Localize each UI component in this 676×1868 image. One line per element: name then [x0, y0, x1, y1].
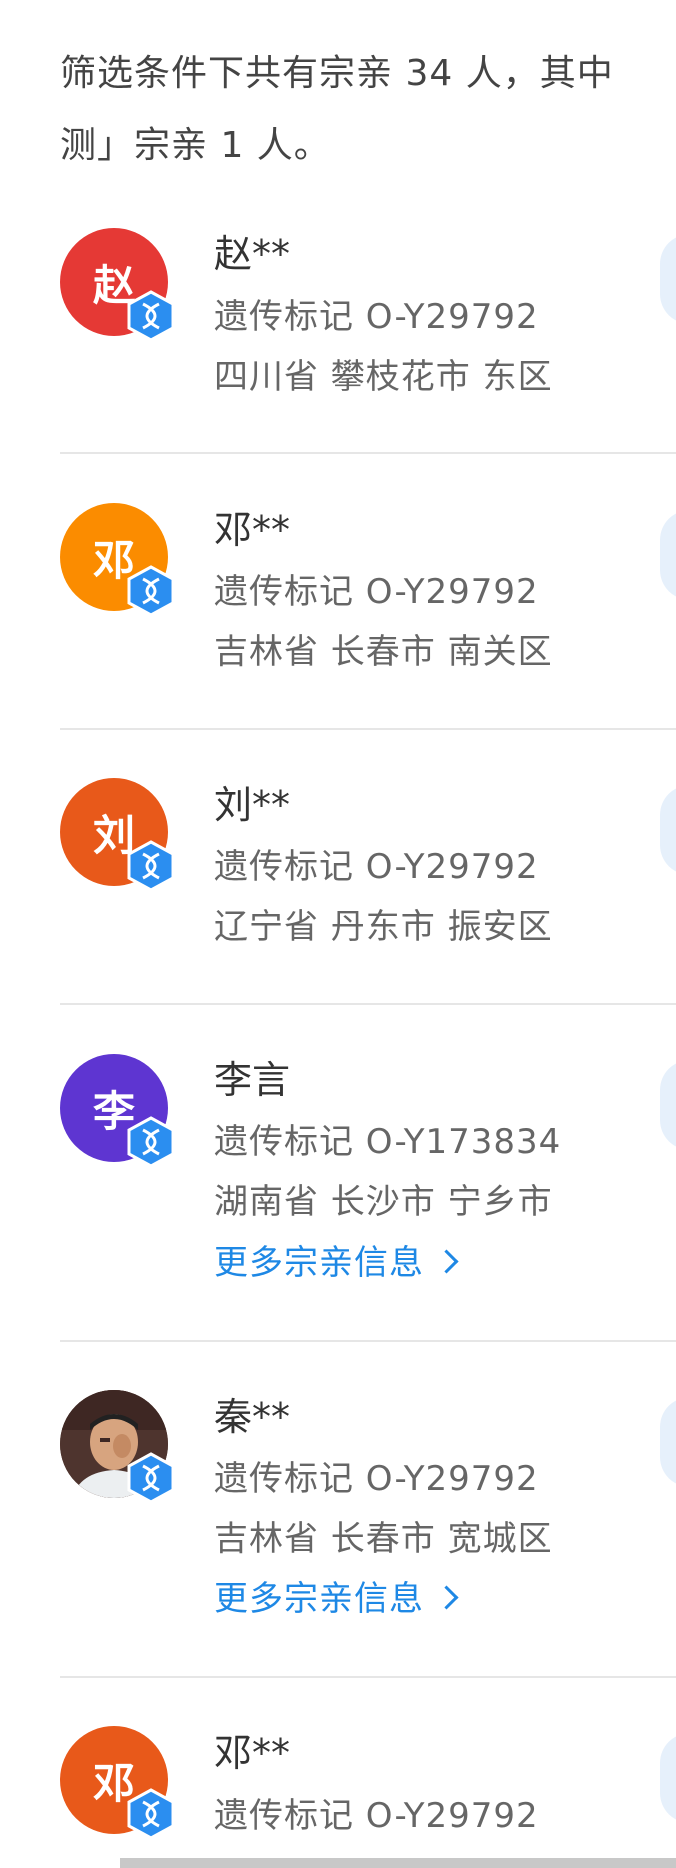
dna-hexagon-icon — [126, 840, 176, 892]
genetic-marker: 遗传标记 O-Y29792 — [214, 1796, 539, 1836]
avatar: 李 — [60, 1054, 175, 1168]
divider — [60, 452, 676, 454]
relative-location: 辽宁省 丹东市 振安区 — [214, 907, 553, 947]
side-action-button[interactable] — [660, 1733, 676, 1823]
avatar: 邓 — [60, 503, 175, 617]
dna-hexagon-icon — [126, 290, 176, 342]
avatar: 邓 — [60, 1726, 175, 1840]
side-action-button[interactable] — [660, 785, 676, 875]
avatar — [60, 1390, 175, 1504]
dna-hexagon-icon — [126, 1452, 176, 1504]
side-action-button[interactable] — [660, 510, 676, 600]
genetic-marker: 遗传标记 O-Y29792 — [214, 1459, 539, 1499]
side-action-button[interactable] — [660, 1060, 676, 1150]
genetic-marker: 遗传标记 O-Y29792 — [214, 847, 539, 887]
relative-name: 赵** — [214, 232, 291, 276]
relative-name: 李言 — [214, 1058, 291, 1102]
relative-name: 邓** — [214, 1731, 291, 1775]
side-action-button[interactable] — [660, 1397, 676, 1487]
divider — [60, 1003, 676, 1005]
more-relatives-link[interactable]: 更多宗亲信息 — [214, 1579, 459, 1619]
dna-hexagon-icon — [126, 1788, 176, 1840]
relative-location: 吉林省 长春市 宽城区 — [214, 1519, 553, 1559]
relatives-page: 筛选条件下共有宗亲 34 人，其中 测」宗亲 1 人。 赵 赵** 遗传标记 O… — [0, 0, 676, 1868]
summary-text: 筛选条件下共有宗亲 34 人，其中 测」宗亲 1 人。 — [60, 38, 676, 182]
genetic-marker: 遗传标记 O-Y29792 — [214, 297, 539, 337]
relative-location: 吉林省 长春市 南关区 — [214, 632, 553, 672]
chevron-right-icon — [434, 1585, 459, 1610]
bottom-scroll-bar — [120, 1858, 676, 1868]
divider — [60, 1676, 676, 1678]
more-relatives-link[interactable]: 更多宗亲信息 — [214, 1243, 459, 1283]
side-action-button[interactable] — [660, 234, 676, 324]
avatar: 赵 — [60, 228, 175, 342]
relative-name: 邓** — [214, 508, 291, 552]
more-link-label: 更多宗亲信息 — [214, 1579, 424, 1619]
genetic-marker: 遗传标记 O-Y173834 — [214, 1122, 562, 1162]
relative-location: 湖南省 长沙市 宁乡市 — [214, 1182, 553, 1222]
avatar: 刘 — [60, 778, 175, 892]
summary-line-1: 筛选条件下共有宗亲 34 人，其中 — [60, 53, 614, 94]
relative-name: 秦** — [214, 1395, 291, 1439]
divider — [60, 1340, 676, 1342]
dna-hexagon-icon — [126, 1116, 176, 1168]
chevron-right-icon — [434, 1249, 459, 1274]
dna-hexagon-icon — [126, 565, 176, 617]
relative-name: 刘** — [214, 783, 291, 827]
relative-location: 四川省 攀枝花市 东区 — [214, 357, 553, 397]
summary-line-2: 测」宗亲 1 人。 — [60, 125, 331, 166]
divider — [60, 728, 676, 730]
genetic-marker: 遗传标记 O-Y29792 — [214, 572, 539, 612]
more-link-label: 更多宗亲信息 — [214, 1243, 424, 1283]
